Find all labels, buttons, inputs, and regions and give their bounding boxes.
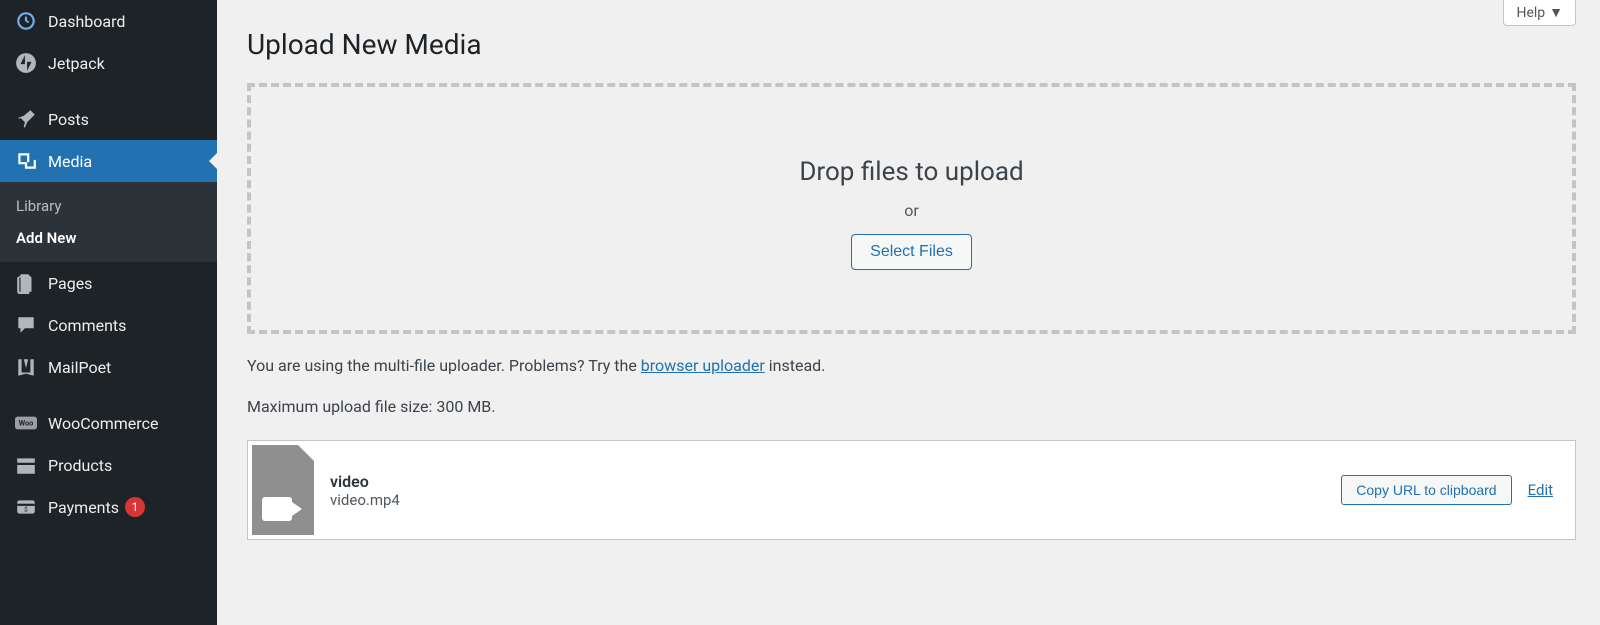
svg-text:$: $: [24, 505, 28, 513]
svg-text:Woo: Woo: [19, 419, 34, 428]
sidebar-sub-add-new[interactable]: Add New: [0, 222, 217, 254]
sidebar-item-posts[interactable]: Posts: [0, 98, 217, 140]
media-actions: Copy URL to clipboard Edit: [1341, 475, 1553, 505]
sidebar-label: Payments: [48, 498, 119, 517]
sidebar-item-mailpoet[interactable]: MailPoet: [0, 346, 217, 388]
sidebar-item-dashboard[interactable]: Dashboard: [0, 0, 217, 42]
media-icon: [14, 150, 38, 172]
media-title: video: [330, 472, 1341, 491]
browser-uploader-link[interactable]: browser uploader: [641, 356, 765, 375]
payments-icon: $: [14, 496, 38, 518]
sidebar-label: Pages: [48, 274, 92, 293]
sidebar-item-payments[interactable]: $ Payments 1: [0, 486, 217, 528]
upload-dropzone[interactable]: Drop files to upload or Select Files: [247, 83, 1576, 334]
copy-url-button[interactable]: Copy URL to clipboard: [1341, 475, 1511, 505]
pages-icon: [14, 272, 38, 294]
mailpoet-icon: [14, 356, 38, 378]
help-label: Help: [1516, 5, 1545, 21]
sidebar-item-woocommerce[interactable]: Woo WooCommerce: [0, 402, 217, 444]
sidebar-label: Jetpack: [48, 54, 105, 73]
edit-link[interactable]: Edit: [1528, 481, 1553, 499]
jetpack-icon: [14, 52, 38, 74]
sidebar-submenu-media: Library Add New: [0, 182, 217, 262]
sidebar-sub-library[interactable]: Library: [0, 190, 217, 222]
or-text: or: [271, 201, 1552, 220]
admin-sidebar: Dashboard Jetpack Posts Media Library Ad…: [0, 0, 217, 625]
dashboard-icon: [14, 10, 38, 32]
sidebar-item-media[interactable]: Media: [0, 140, 217, 182]
sidebar-label: Comments: [48, 316, 126, 335]
drop-instruction: Drop files to upload: [271, 157, 1552, 187]
video-file-icon: [252, 445, 314, 535]
sidebar-label: MailPoet: [48, 358, 111, 377]
uploader-note: You are using the multi-file uploader. P…: [247, 356, 1576, 375]
page-title: Upload New Media: [247, 28, 1576, 61]
woocommerce-icon: Woo: [14, 412, 38, 434]
comment-icon: [14, 314, 38, 336]
sidebar-label: Products: [48, 456, 112, 475]
max-upload-size: Maximum upload file size: 300 MB.: [247, 397, 1576, 416]
pin-icon: [14, 108, 38, 130]
chevron-down-icon: ▼: [1549, 4, 1563, 21]
products-icon: [14, 454, 38, 476]
sidebar-label: Dashboard: [48, 12, 125, 31]
sidebar-item-jetpack[interactable]: Jetpack: [0, 42, 217, 84]
sidebar-label: Posts: [48, 110, 89, 129]
notification-badge: 1: [125, 497, 145, 517]
sidebar-item-products[interactable]: Products: [0, 444, 217, 486]
sidebar-item-comments[interactable]: Comments: [0, 304, 217, 346]
main-content: Help ▼ Upload New Media Drop files to up…: [217, 0, 1600, 625]
sidebar-label: Media: [48, 152, 92, 171]
uploaded-media-row: video video.mp4 Copy URL to clipboard Ed…: [247, 440, 1576, 540]
media-filename: video.mp4: [330, 491, 1341, 509]
help-tab[interactable]: Help ▼: [1503, 0, 1576, 26]
sidebar-label: WooCommerce: [48, 414, 158, 433]
sidebar-item-pages[interactable]: Pages: [0, 262, 217, 304]
select-files-button[interactable]: Select Files: [851, 234, 972, 270]
media-info: video video.mp4: [330, 472, 1341, 509]
